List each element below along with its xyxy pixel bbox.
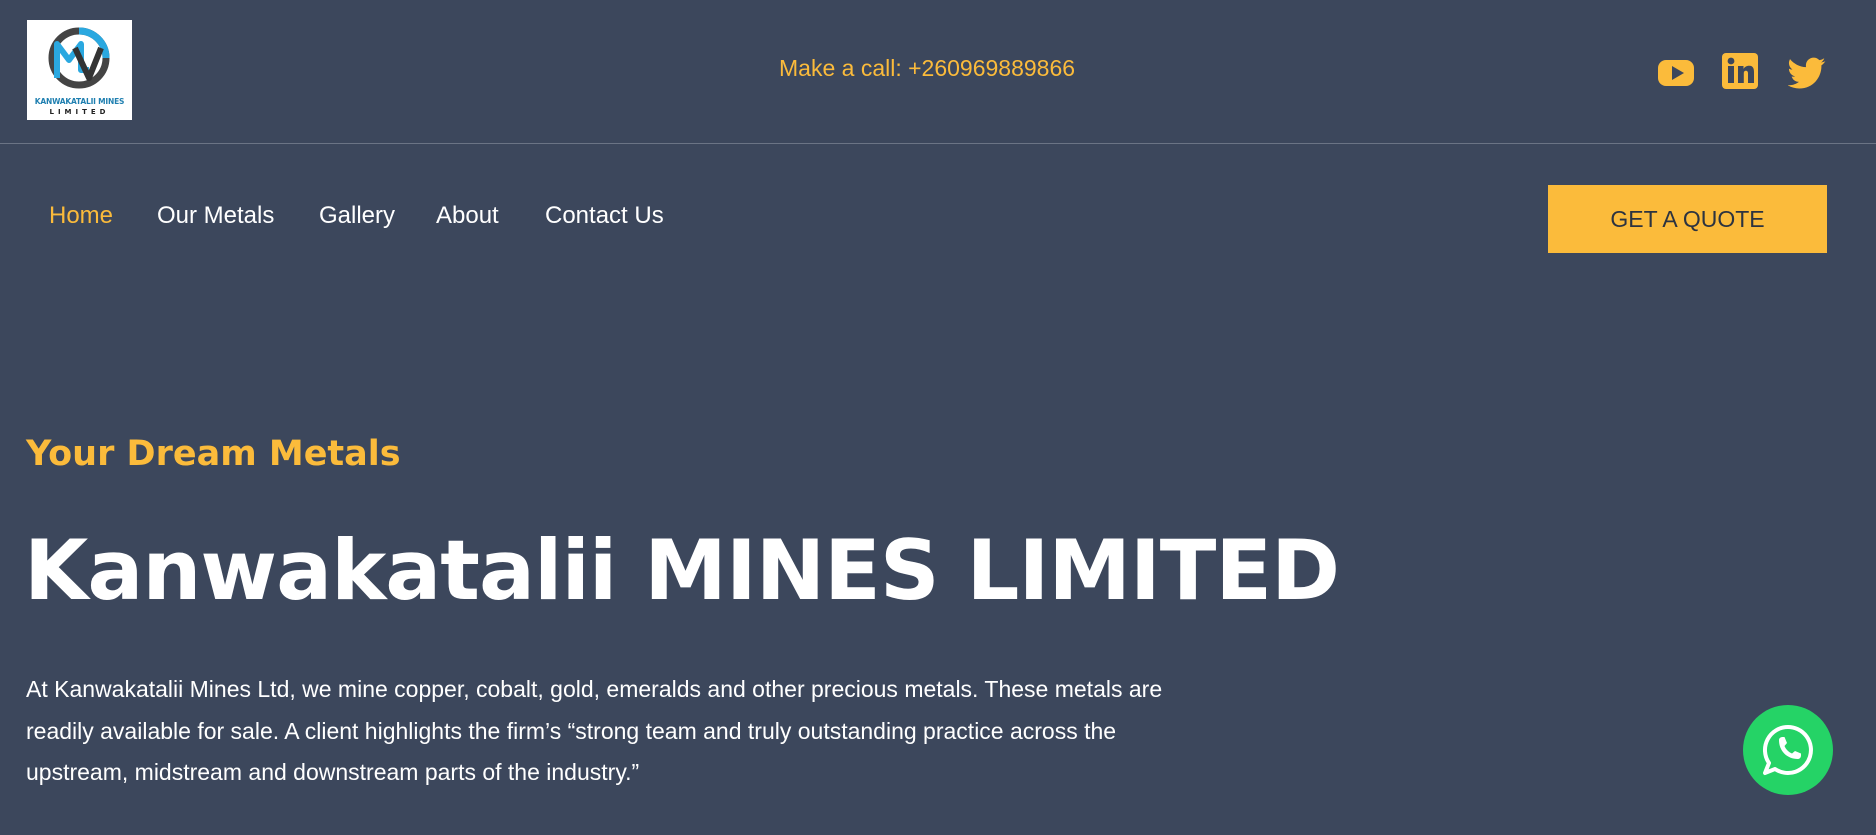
whatsapp-chat-button[interactable]: [1743, 705, 1833, 795]
company-logo[interactable]: KANWAKATALII MINES LIMITED: [27, 20, 132, 120]
nav-item-home[interactable]: Home: [49, 202, 113, 230]
logo-line-2: LIMITED: [49, 108, 110, 116]
whatsapp-icon: [1763, 724, 1813, 775]
nav-item-contact-us[interactable]: Contact Us: [545, 202, 664, 230]
hero-kicker: Your Dream Metals: [26, 434, 401, 474]
hero-title: Kanwakatalii MINES LIMITED: [24, 522, 1340, 619]
hero-description: At Kanwakatalii Mines Ltd, we mine coppe…: [26, 676, 1163, 785]
phone-link[interactable]: Make a call: +260969889866: [779, 55, 1075, 82]
top-bar: KANWAKATALII MINES LIMITED Make a call: …: [0, 0, 1876, 144]
nav-item-our-metals[interactable]: Our Metals: [157, 202, 274, 230]
nav-item-gallery[interactable]: Gallery: [319, 202, 395, 230]
nav-item-about[interactable]: About: [436, 202, 499, 230]
get-a-quote-button[interactable]: GET A QUOTE: [1548, 185, 1827, 253]
logo-line-1: KANWAKATALII MINES: [34, 97, 125, 106]
linkedin-icon[interactable]: [1722, 53, 1760, 91]
youtube-icon[interactable]: [1657, 54, 1695, 92]
twitter-icon[interactable]: [1787, 54, 1826, 92]
